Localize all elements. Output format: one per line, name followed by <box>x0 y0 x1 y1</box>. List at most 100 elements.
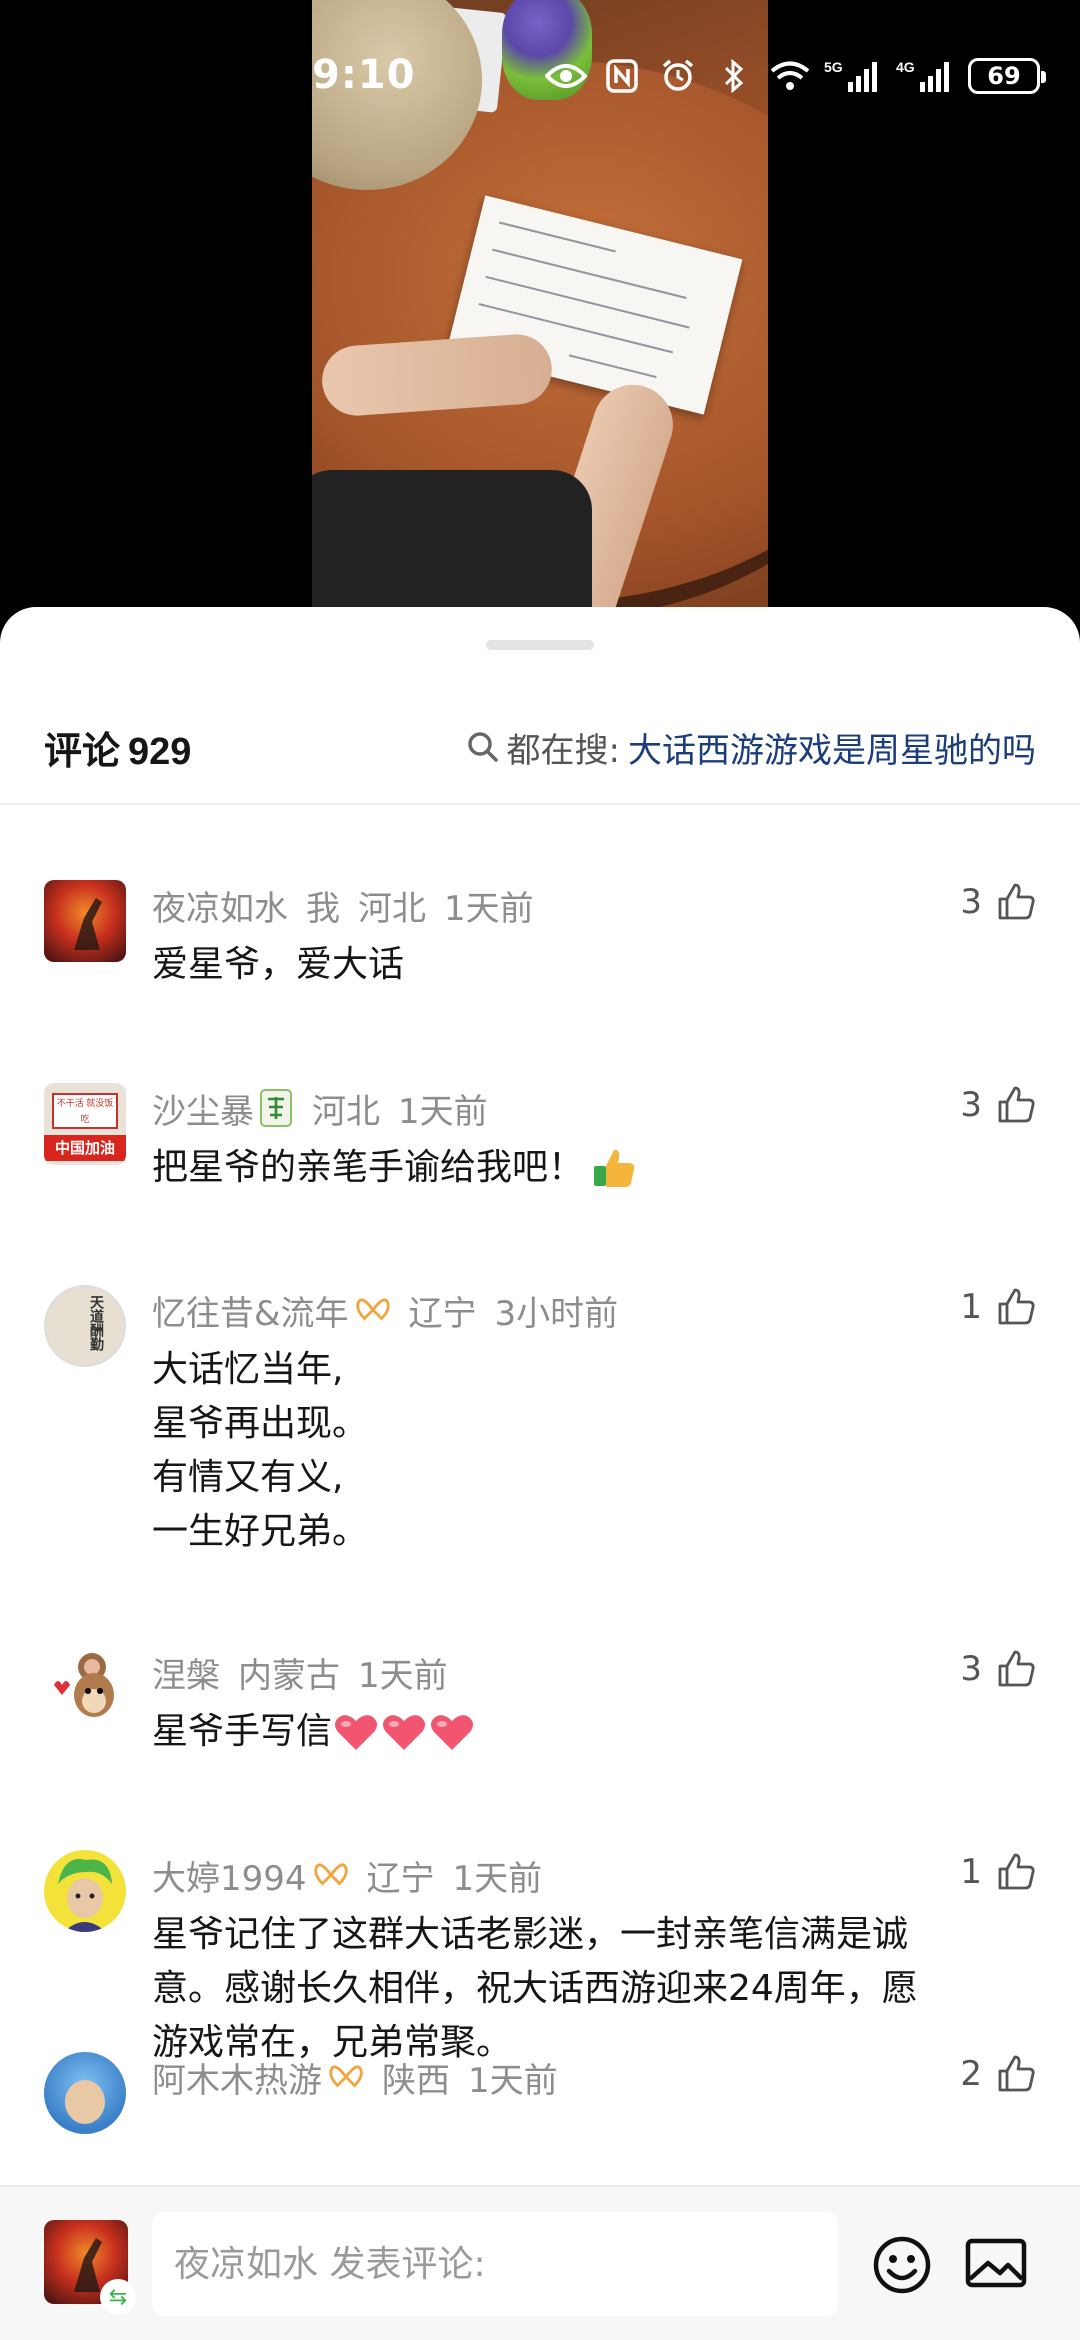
comment-line: 有情又有义, <box>152 1457 344 1498</box>
comment-text: 大话忆当年, 星爷再出现。 有情又有义, 一生好兄弟。 <box>152 1343 1042 1559</box>
like-count: 2 <box>960 2054 982 2094</box>
like-button[interactable]: 2 <box>960 2054 1036 2094</box>
wifi-icon <box>768 56 812 96</box>
avatar[interactable] <box>44 2052 126 2134</box>
comment-count-title: 评论 929 <box>44 720 191 775</box>
like-count: 3 <box>960 882 982 922</box>
thumbs-up-icon <box>998 2055 1035 2092</box>
comment-text: 把星爷的亲笔手谕给我吧！ <box>152 1141 1042 1195</box>
sheet-header: 评论 929 都在搜: 大话西游游戏是周星驰的吗 <box>0 707 1080 787</box>
avatar-sign: 不干活 就没饭吃 <box>52 1093 118 1129</box>
heart-emoji <box>431 1715 474 1750</box>
nfc-icon <box>600 56 644 96</box>
status-icons: 5G 4G 69 <box>544 56 1046 96</box>
avatar-figure-icon <box>74 898 102 950</box>
avatar[interactable]: 不干活 就没饭吃 中国加油 <box>44 1083 126 1165</box>
status-bar: 9:10 5G 4G 69 <box>0 0 1080 150</box>
comment-meta: 夜凉如水 我 河北 1天前 <box>152 880 552 930</box>
trending-search[interactable]: 都在搜: 大话西游游戏是周星驰的吗 <box>465 723 1036 772</box>
comment-username[interactable]: 夜凉如水 <box>152 881 288 930</box>
like-button[interactable]: 1 <box>960 1852 1036 1892</box>
image-button[interactable] <box>956 2225 1036 2305</box>
comment-time: 1天前 <box>452 1858 543 1899</box>
sheet-drag-handle[interactable] <box>486 640 594 650</box>
comment-meta: 沙尘暴 河北 1天前 <box>152 1083 506 1133</box>
avatar[interactable] <box>44 1647 126 1729</box>
comment-username[interactable]: 沙尘暴 <box>152 1084 254 1133</box>
mahjong-fa-icon <box>258 1089 294 1127</box>
network-4g-label: 4G <box>896 59 915 75</box>
heart-emoji <box>335 1715 378 1750</box>
cartoon-mouse-icon <box>54 1653 114 1717</box>
comment-username[interactable]: 忆往昔&流年 <box>152 1286 349 1335</box>
comment-meta: 大婷1994 辽宁 1天前 <box>152 1850 560 1900</box>
comment-input-bar: ⇆ <box>0 2185 1080 2340</box>
comment-time: 1天前 <box>468 2060 558 2101</box>
comment-sheet: 评论929 都在搜: 大话西游游戏是周星驰的吗 夜凉如水 我 河北 1天前 3 <box>0 607 1080 2340</box>
cartoon-character-icon <box>58 1859 112 1932</box>
header-divider <box>0 803 1080 805</box>
comment-region: 陕西 <box>382 2060 450 2101</box>
ribbon-icon <box>328 2059 364 2095</box>
comment-region: 辽宁 <box>366 1858 435 1899</box>
comment-time: 1天前 <box>358 1655 448 1696</box>
bluetooth-icon <box>712 56 756 96</box>
emoji-button[interactable] <box>862 2225 942 2305</box>
comment-line: 意。感谢长久相伴，祝大话西游迎来24周年，愿 <box>152 1968 918 2009</box>
comment-meta: 涅槃 内蒙古 1天前 <box>152 1647 466 1697</box>
search-icon <box>467 732 498 762</box>
comment-meta: 忆往昔&流年 辽宁 3小时前 <box>152 1285 636 1335</box>
comment-text: 星爷手写信 <box>152 1705 1042 1759</box>
trending-search-query[interactable]: 大话西游游戏是周星驰的吗 <box>628 723 1036 772</box>
comment-time: 3小时前 <box>494 1293 619 1334</box>
comment-region: 河北 <box>358 888 426 929</box>
comment-line: 星爷手写信 <box>152 1711 333 1752</box>
thumbs-up-icon <box>998 1086 1035 1123</box>
status-time: 9:10 <box>312 52 416 98</box>
smiley-icon <box>873 2236 931 2294</box>
trending-search-label: 都在搜: <box>506 730 620 771</box>
switch-account-icon[interactable]: ⇆ <box>100 2279 136 2315</box>
like-count: 1 <box>960 1287 982 1327</box>
image-icon <box>965 2238 1027 2288</box>
signal-5g-icon: 5G <box>824 56 884 96</box>
comment-region: 河北 <box>312 1091 380 1132</box>
thumbs-up-icon <box>998 1853 1035 1890</box>
comment-time: 1天前 <box>444 888 534 929</box>
thumbs-up-icon <box>998 1650 1035 1687</box>
like-count: 3 <box>960 1649 982 1689</box>
comment-self-tag: 我 <box>306 888 340 929</box>
thumbs-up-emoji <box>594 1149 635 1187</box>
like-button[interactable]: 1 <box>960 1287 1036 1327</box>
comment-line: 爱星爷，爱大话 <box>152 944 405 985</box>
comment-line: 一生好兄弟。 <box>152 1511 369 1552</box>
comment-region: 内蒙古 <box>238 1655 340 1696</box>
alarm-icon <box>656 56 700 96</box>
cartoon-character-icon <box>65 2080 105 2124</box>
avatar[interactable]: 天道酬勤 <box>44 1285 126 1367</box>
thumbs-up-icon <box>998 1288 1035 1325</box>
comment-line: 把星爷的亲笔手谕给我吧！ <box>152 1147 585 1188</box>
avatar[interactable] <box>44 1850 126 1932</box>
comment-username[interactable]: 阿木木热游 <box>152 2053 322 2102</box>
comment-text: 星爷记住了这群大话老影迷，一封亲笔信满是诚 意。感谢长久相伴，祝大话西游迎来24… <box>152 1908 1042 2070</box>
comment-line: 星爷再出现。 <box>152 1403 369 1444</box>
eye-icon <box>544 56 588 96</box>
heart-emoji <box>383 1715 426 1750</box>
comment-count: 929 <box>128 730 192 773</box>
comment-text: 爱星爷，爱大话 <box>152 938 1042 992</box>
like-button[interactable]: 3 <box>960 1649 1036 1689</box>
comment-username[interactable]: 涅槃 <box>152 1648 220 1697</box>
comment-title-label: 评论 <box>44 730 121 773</box>
like-count: 3 <box>960 1085 982 1125</box>
like-button[interactable]: 3 <box>960 882 1036 922</box>
comment-username[interactable]: 大婷1994 <box>152 1851 307 1900</box>
battery-level: 69 <box>987 62 1021 90</box>
ribbon-icon <box>313 1857 349 1893</box>
comment-line: 星爷记住了这群大话老影迷，一封亲笔信满是诚 <box>152 1914 909 1955</box>
comment-input[interactable] <box>152 2212 838 2316</box>
signal-4g-icon: 4G <box>896 56 956 96</box>
like-button[interactable]: 3 <box>960 1085 1036 1125</box>
comment-meta: 阿木木热游 陕西 1天前 <box>152 2052 576 2102</box>
avatar[interactable] <box>44 880 126 962</box>
